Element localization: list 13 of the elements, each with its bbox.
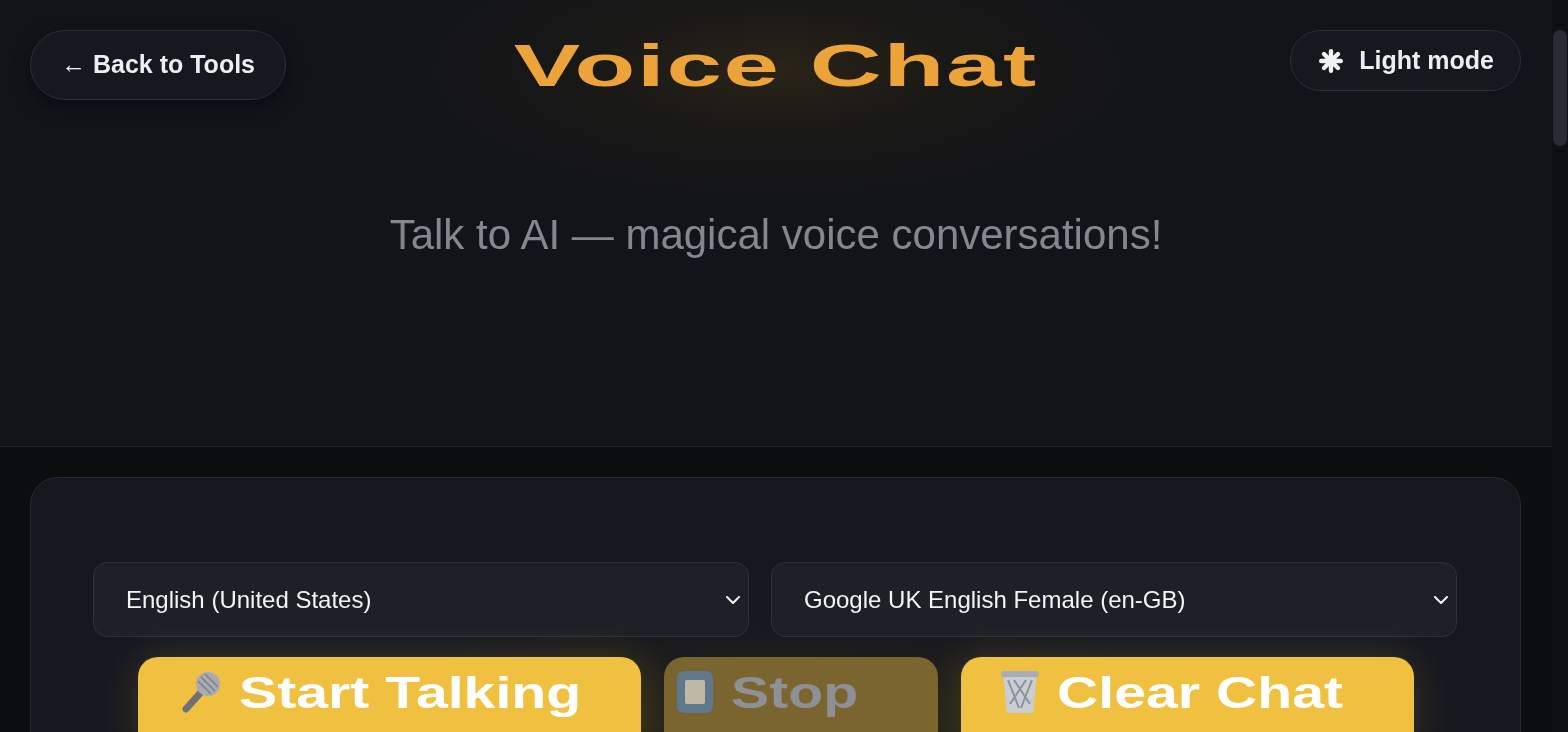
microphone-icon xyxy=(180,671,221,713)
sun-icon xyxy=(1319,48,1344,73)
light-mode-button[interactable]: Light mode xyxy=(1290,30,1521,91)
chevron-down-icon xyxy=(1434,595,1448,604)
language-dropdown[interactable]: English (United States) xyxy=(93,562,749,637)
wastebasket-icon xyxy=(1001,671,1040,713)
back-button[interactable]: ← Back to Tools xyxy=(30,30,286,100)
chevron-down-icon xyxy=(726,595,740,604)
voice-dropdown[interactable]: Google UK English Female (en-GB) xyxy=(771,562,1457,637)
stop-icon xyxy=(677,671,714,713)
scrollbar-thumb[interactable] xyxy=(1553,30,1567,146)
page-title: Voice Chat xyxy=(514,36,1038,96)
subtitle: Talk to AI — magical voice conversations! xyxy=(389,214,1163,256)
